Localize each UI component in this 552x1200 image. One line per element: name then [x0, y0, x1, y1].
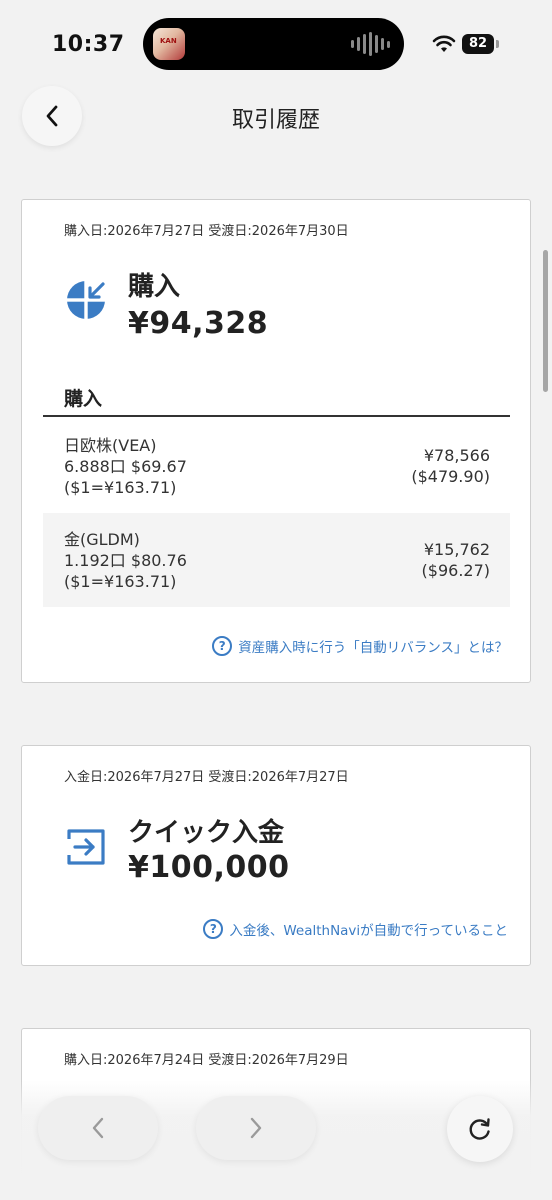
- now-playing-artwork[interactable]: KAN: [153, 28, 185, 60]
- transaction-amount: ¥94,328: [128, 306, 269, 341]
- asset-row: 日欧株(VEA) 6.888口 $69.67 ($1=¥163.71) ¥78,…: [43, 417, 510, 513]
- auto-rebalance-help-link[interactable]: ? 資産購入時に行う「自動リバランス」とは？: [212, 636, 508, 656]
- asset-detail: 1.192口 $80.76: [64, 551, 187, 570]
- chevron-left-icon: [92, 1117, 104, 1139]
- transaction-amount: ¥100,000: [128, 850, 290, 885]
- transaction-dates: 購入日:2026年7月27日 受渡日:2026年7月30日: [64, 224, 349, 239]
- reload-icon: [469, 1118, 490, 1140]
- asset-rate: ($1=¥163.71): [64, 572, 177, 591]
- transaction-type: 購入: [128, 272, 181, 302]
- audio-waveform-icon: [351, 32, 390, 56]
- scrollbar[interactable]: [543, 250, 548, 392]
- help-icon: ?: [203, 919, 224, 939]
- asset-row: 金(GLDM) 1.192口 $80.76 ($1=¥163.71) ¥15,7…: [43, 513, 510, 607]
- browser-forward-button[interactable]: [196, 1096, 316, 1160]
- transaction-card-deposit: 入金日:2026年7月27日 受渡日:2026年7月27日 クイック入金 ¥10…: [21, 745, 531, 966]
- help-link-text: 資産購入時に行う「自動リバランス」とは？: [238, 640, 508, 656]
- asset-yen-amount: ¥15,762: [423, 540, 490, 559]
- help-icon: ?: [212, 636, 233, 656]
- artwork-text: KAN: [160, 37, 177, 45]
- reload-button[interactable]: [447, 1096, 513, 1162]
- asset-usd-amount: ($479.90): [411, 467, 490, 486]
- transaction-dates: 入金日:2026年7月27日 受渡日:2026年7月27日: [64, 770, 349, 785]
- transaction-card-purchase: 購入日:2026年7月27日 受渡日:2026年7月30日 購入 ¥94,328…: [21, 199, 531, 683]
- pie-chart-arrow-icon: [66, 280, 106, 320]
- transaction-dates: 購入日:2026年7月24日 受渡日:2026年7月29日: [64, 1053, 349, 1068]
- asset-yen-amount: ¥78,566: [423, 446, 490, 465]
- asset-usd-amount: ($96.27): [421, 561, 490, 580]
- chevron-right-icon: [250, 1117, 262, 1139]
- page-title: 取引履歴: [231, 108, 320, 133]
- status-bar: 10:37 KAN 82: [0, 0, 552, 90]
- transaction-type: クイック入金: [128, 818, 285, 848]
- browser-back-button[interactable]: [38, 1096, 158, 1160]
- asset-rate: ($1=¥163.71): [64, 478, 177, 497]
- dynamic-island[interactable]: KAN: [143, 18, 404, 70]
- post-deposit-help-link[interactable]: ? 入金後、WealthNaviが自動で行っていること: [203, 919, 508, 939]
- wifi-icon: [432, 35, 456, 52]
- status-time: 10:37: [52, 32, 125, 57]
- deposit-arrow-icon: [67, 829, 105, 865]
- battery-tip: [496, 40, 499, 48]
- asset-name: 金(GLDM): [64, 530, 140, 549]
- help-link-text: 入金後、WealthNaviが自動で行っていること: [229, 923, 508, 939]
- asset-detail: 6.888口 $69.67: [64, 457, 187, 476]
- asset-name: 日欧株(VEA): [64, 436, 157, 455]
- battery-indicator: 82: [462, 34, 494, 54]
- section-title: 購入: [64, 388, 103, 410]
